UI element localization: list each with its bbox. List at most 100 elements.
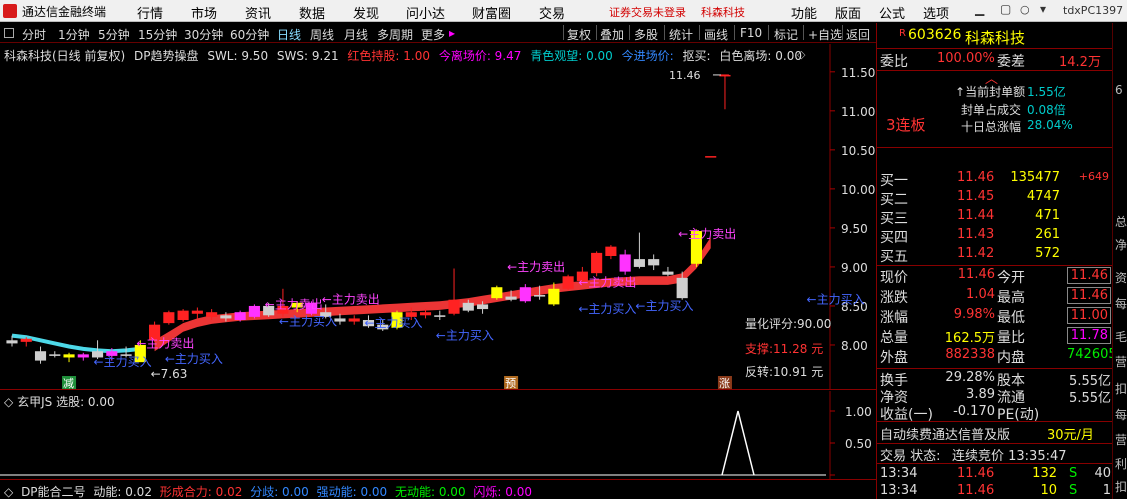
tool-f10[interactable]: F10 (740, 26, 762, 40)
trade-login-warning[interactable]: 证券交易未登录 (609, 4, 686, 20)
period-1min[interactable]: 1分钟 (58, 26, 90, 43)
menu-layout[interactable]: 版面 (835, 3, 861, 22)
menu-data[interactable]: 数据 (299, 3, 325, 22)
candle[interactable] (448, 268, 460, 316)
edge-label: 资 (1115, 271, 1127, 285)
candle-body (548, 288, 560, 305)
bottom-item-none: 无动能: 0.00 (395, 485, 466, 499)
tool-back[interactable]: 返回 (846, 26, 870, 43)
promo-text[interactable]: 自动续费通达信普及版 (880, 424, 1010, 443)
period-60min[interactable]: 60分钟 (230, 26, 269, 43)
tool-draw[interactable]: 画线 (704, 26, 728, 43)
candle[interactable] (705, 156, 717, 158)
y-tick-label: 8.00 (841, 339, 868, 353)
candle[interactable] (234, 310, 246, 322)
candle[interactable] (491, 285, 503, 300)
promo-price[interactable]: 30元/月 (1047, 424, 1094, 443)
collapse-icon[interactable]: ◇ (4, 485, 13, 499)
stat-value: 742605 (1067, 347, 1117, 362)
candle-body (519, 287, 531, 302)
period-30min[interactable]: 30分钟 (184, 26, 223, 43)
candle[interactable] (605, 245, 617, 260)
menu-function[interactable]: 功能 (791, 3, 817, 22)
candle[interactable] (49, 351, 61, 358)
candle[interactable] (719, 74, 731, 110)
edge-label: 营 (1115, 355, 1127, 369)
menu-trade[interactable]: 交易 (539, 3, 565, 22)
quote-panel: R 603626 科森科技 委比 100.00% 委差 14.2万 ︿ ↑当前封… (876, 23, 1117, 499)
candle[interactable] (591, 251, 603, 277)
menu-wenxiaoda[interactable]: 问小达 (406, 3, 445, 22)
bottom-indicator-title[interactable]: DP能合二号 (21, 485, 85, 499)
candle[interactable] (163, 310, 175, 325)
tool-stats[interactable]: 统计 (669, 26, 693, 43)
bottom-indicator-panel[interactable]: ◇ DP能合二号 动能: 0.02 形成合力: 0.02 分歧: 0.00 强动… (0, 479, 876, 499)
support-price: 支撑:11.28 元 (745, 341, 823, 356)
more-arrow-icon[interactable]: ▸ (449, 26, 455, 40)
candle[interactable] (77, 352, 89, 361)
settings-icon[interactable]: ○ (1020, 3, 1030, 16)
candle[interactable] (633, 232, 645, 269)
candle[interactable] (191, 307, 203, 319)
stat-value: 11.78 (1067, 327, 1111, 344)
bottom-item-divergence: 分歧: 0.00 (250, 485, 309, 499)
y-tick-label: 10.00 (841, 183, 875, 197)
indicator-title[interactable]: 玄甲JS (17, 395, 52, 409)
y-tick-label: 9.50 (841, 222, 868, 236)
indicator-panel[interactable]: 1.00 0.50 ◇ 玄甲JS 选股: 0.00 (0, 391, 876, 479)
limit-ratio-label: 封单占成交 (961, 103, 1022, 117)
candle[interactable] (434, 310, 446, 320)
today-in-value: 今进场价: (621, 49, 674, 63)
tool-mark[interactable]: 标记 (774, 26, 798, 43)
menu-discover[interactable]: 发现 (353, 3, 379, 22)
candle[interactable] (248, 304, 260, 319)
more-icon[interactable]: ▾ (1040, 2, 1046, 16)
edge-label: 每 (1115, 297, 1127, 311)
period-weekly[interactable]: 周线 (310, 26, 334, 43)
candle[interactable] (177, 309, 189, 322)
indicator-tick-label: 0.50 (845, 437, 872, 451)
menu-wealth-circle[interactable]: 财富圈 (472, 3, 511, 22)
candle[interactable] (63, 352, 75, 363)
period-daily[interactable]: 日线 (277, 26, 301, 43)
candle[interactable] (662, 266, 674, 277)
tool-multi-stock[interactable]: 多股 (634, 26, 658, 43)
menu-market[interactable]: 行情 (137, 3, 163, 22)
period-monthly[interactable]: 月线 (344, 26, 368, 43)
period-15min[interactable]: 15分钟 (138, 26, 177, 43)
trade-status-label: 交易 状态: (880, 449, 941, 464)
indicator-name[interactable]: DP趋势操盘 (134, 49, 198, 63)
tool-overlay[interactable]: 叠加 (600, 26, 624, 43)
swl-value: SWL: 9.50 (207, 49, 269, 63)
tool-adjust[interactable]: 复权 (567, 26, 591, 43)
maximize-icon[interactable]: ▢ (1000, 2, 1011, 16)
period-intraday[interactable]: 分时 (22, 26, 46, 43)
layout-icon[interactable] (4, 28, 14, 38)
edge-label: 利 (1115, 457, 1127, 471)
signal-annotation: ←主力买入 (94, 355, 152, 369)
candle[interactable] (348, 315, 360, 325)
kline-svg: 11.5011.0010.5010.009.509.008.508.00←主力卖… (6, 44, 875, 390)
candle[interactable] (34, 346, 47, 364)
period-multi[interactable]: 多周期 (377, 26, 413, 43)
collapse-icon[interactable]: ◇ (4, 395, 13, 409)
main-kline-chart[interactable]: 11.50 11.00 10.50 10.00 9.50 9.00 8.50 8.00 ←主力卖… (0, 44, 876, 390)
stat-value: 9.98% (953, 307, 995, 322)
candle[interactable] (619, 249, 631, 275)
tool-add-watchlist[interactable]: +自选 (808, 26, 842, 43)
bid-label: 买二 (880, 192, 908, 208)
period-more[interactable]: 更多 (421, 26, 445, 43)
indicator-svg: 1.00 0.50 (0, 391, 872, 479)
menu-formula[interactable]: 公式 (879, 3, 905, 22)
minimize-icon[interactable]: ▁ (975, 2, 984, 16)
indicator-label: 选股: 0.00 (56, 395, 115, 409)
y-tick-label: 9.00 (841, 261, 868, 275)
menu-markets[interactable]: 市场 (191, 3, 217, 22)
stock-name: 科森科技 (965, 29, 1026, 47)
candle[interactable] (562, 274, 574, 291)
period-5min[interactable]: 5分钟 (98, 26, 130, 43)
menu-news[interactable]: 资讯 (245, 3, 271, 22)
candle[interactable] (648, 254, 660, 271)
menu-options[interactable]: 选项 (923, 3, 949, 22)
candle[interactable] (519, 284, 531, 303)
